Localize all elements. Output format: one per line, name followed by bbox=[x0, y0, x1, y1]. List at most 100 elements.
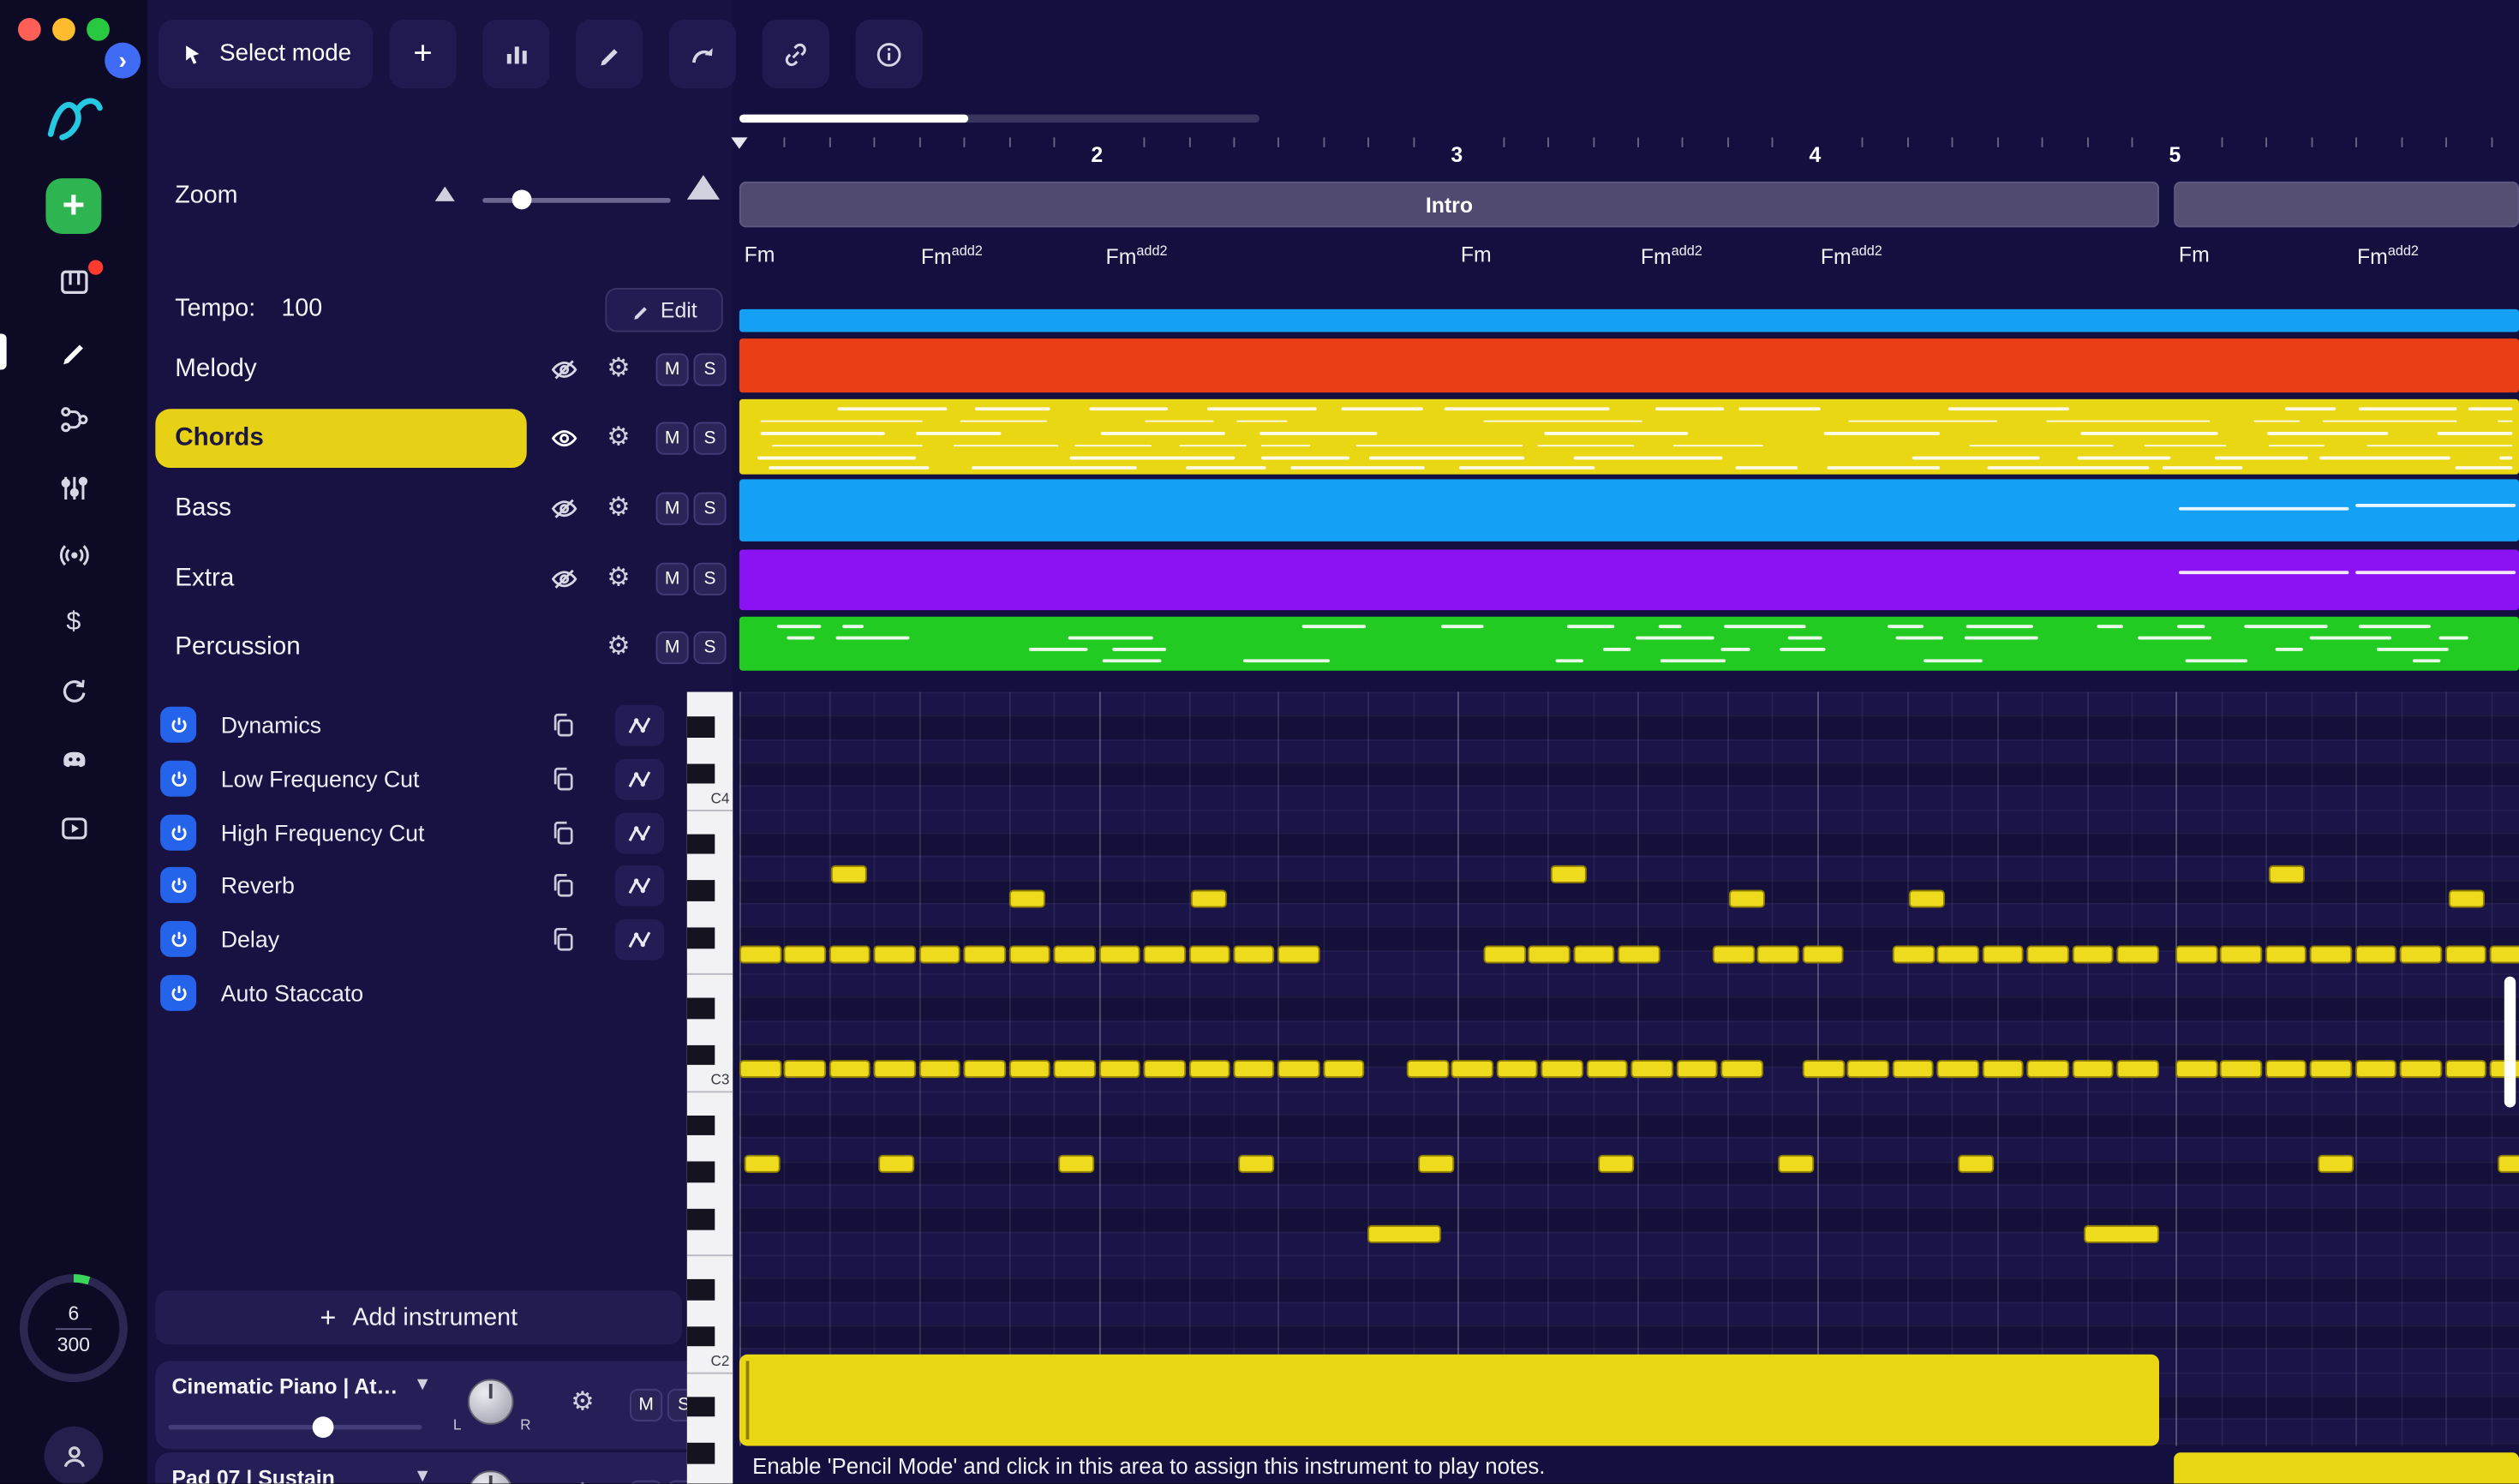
note[interactable] bbox=[1277, 944, 1320, 963]
chord-region-block-next[interactable] bbox=[2174, 1452, 2519, 1484]
eye-off-icon[interactable] bbox=[549, 565, 578, 594]
gear-icon[interactable]: ⚙ bbox=[607, 421, 630, 457]
automation-curve-button[interactable] bbox=[614, 758, 665, 800]
note[interactable] bbox=[1451, 1059, 1493, 1078]
note[interactable] bbox=[2318, 1153, 2354, 1172]
note[interactable] bbox=[1496, 1059, 1539, 1078]
zoom-in-icon[interactable] bbox=[686, 175, 720, 200]
note[interactable] bbox=[1323, 1059, 1365, 1078]
gear-icon[interactable]: ⚙ bbox=[571, 1385, 594, 1421]
note[interactable] bbox=[739, 944, 781, 963]
note[interactable] bbox=[1008, 944, 1050, 963]
note[interactable] bbox=[1847, 1059, 1889, 1078]
history-icon[interactable] bbox=[54, 671, 93, 710]
tutorials-icon[interactable] bbox=[54, 808, 93, 847]
solo-button[interactable]: S bbox=[693, 353, 727, 386]
eye-off-icon[interactable] bbox=[549, 355, 578, 384]
solo-button[interactable]: S bbox=[693, 492, 727, 525]
zoom-slider[interactable] bbox=[482, 198, 671, 203]
zoom-out-icon[interactable] bbox=[434, 186, 455, 201]
gear-icon[interactable]: ⚙ bbox=[607, 491, 630, 527]
gear-icon[interactable]: ⚙ bbox=[607, 561, 630, 597]
pencil-editor-icon[interactable] bbox=[54, 331, 93, 370]
note[interactable] bbox=[1190, 889, 1227, 907]
note[interactable] bbox=[829, 1059, 871, 1078]
add-button[interactable]: + bbox=[389, 19, 457, 89]
note[interactable] bbox=[2444, 1059, 2487, 1078]
note[interactable] bbox=[1418, 1153, 1455, 1172]
note[interactable] bbox=[1958, 1153, 1995, 1172]
note[interactable] bbox=[2310, 1059, 2352, 1078]
instrument-name[interactable]: Pad 07 | Sustain bbox=[171, 1466, 334, 1484]
billing-icon[interactable]: $ bbox=[54, 603, 93, 643]
black-key[interactable] bbox=[686, 1278, 715, 1301]
note[interactable] bbox=[1757, 944, 1799, 963]
note[interactable] bbox=[1720, 1059, 1763, 1078]
mute-button[interactable]: M bbox=[655, 492, 689, 525]
chord-label[interactable]: Fmadd2 bbox=[1106, 242, 1168, 269]
instrument-name[interactable]: Cinematic Piano | Atmo... bbox=[171, 1374, 409, 1399]
overview-strip-chords[interactable] bbox=[739, 398, 2519, 475]
overview-strip-bass[interactable] bbox=[739, 479, 2519, 542]
power-toggle[interactable] bbox=[160, 814, 197, 851]
note[interactable] bbox=[784, 944, 826, 963]
gear-icon[interactable]: ⚙ bbox=[607, 351, 630, 387]
track-row-chords[interactable]: Chords ⚙ M S bbox=[155, 404, 731, 473]
window-minimize-button[interactable] bbox=[52, 18, 75, 41]
solo-button[interactable]: S bbox=[693, 631, 727, 665]
note[interactable] bbox=[1053, 1059, 1096, 1078]
black-key[interactable] bbox=[686, 763, 715, 785]
note[interactable] bbox=[1008, 889, 1045, 907]
note[interactable] bbox=[1406, 1059, 1449, 1078]
track-row-percussion[interactable]: Percussion ⚙ M S bbox=[155, 613, 731, 682]
black-key[interactable] bbox=[686, 1208, 715, 1230]
black-key[interactable] bbox=[686, 1162, 715, 1183]
note[interactable] bbox=[2220, 1059, 2263, 1078]
automation-curve-button[interactable] bbox=[614, 812, 665, 854]
note[interactable] bbox=[1053, 944, 1096, 963]
mute-button[interactable]: M bbox=[655, 562, 689, 595]
volume-slider-thumb[interactable] bbox=[312, 1416, 334, 1439]
note[interactable] bbox=[2116, 1059, 2159, 1078]
pan-knob[interactable] bbox=[468, 1470, 514, 1484]
chord-label[interactable]: Fm bbox=[2179, 242, 2210, 267]
chord-label[interactable]: Fmadd2 bbox=[921, 242, 983, 269]
copy-icon[interactable] bbox=[549, 765, 577, 793]
copy-icon[interactable] bbox=[549, 819, 577, 847]
branch-icon[interactable] bbox=[54, 399, 93, 439]
broadcast-icon[interactable] bbox=[54, 535, 93, 574]
note[interactable] bbox=[2026, 1059, 2069, 1078]
black-key[interactable] bbox=[686, 997, 715, 1020]
note[interactable] bbox=[1728, 889, 1765, 907]
note[interactable] bbox=[744, 1153, 781, 1172]
note[interactable] bbox=[2116, 944, 2159, 963]
note[interactable] bbox=[1098, 944, 1140, 963]
chord-label[interactable]: Fmadd2 bbox=[1821, 242, 1882, 269]
track-row-bass[interactable]: Bass ⚙ M S bbox=[155, 475, 731, 543]
black-key[interactable] bbox=[686, 1115, 715, 1136]
power-toggle[interactable] bbox=[160, 866, 197, 903]
note[interactable] bbox=[1802, 1059, 1845, 1078]
note[interactable] bbox=[1238, 1153, 1275, 1172]
power-toggle[interactable] bbox=[160, 706, 197, 743]
mute-button[interactable]: M bbox=[655, 422, 689, 455]
note[interactable] bbox=[2220, 944, 2263, 963]
note[interactable] bbox=[1892, 1059, 1935, 1078]
black-key[interactable] bbox=[686, 834, 715, 855]
note[interactable] bbox=[2027, 944, 2069, 963]
note[interactable] bbox=[1483, 944, 1526, 963]
note[interactable] bbox=[739, 1059, 781, 1078]
note[interactable] bbox=[2354, 944, 2397, 963]
note[interactable] bbox=[2400, 1059, 2442, 1078]
chevron-down-icon[interactable]: ▾ bbox=[417, 1463, 428, 1484]
note[interactable] bbox=[784, 1059, 826, 1078]
pan-knob[interactable] bbox=[468, 1379, 514, 1425]
region-handle[interactable] bbox=[745, 1361, 750, 1439]
black-key[interactable] bbox=[686, 1044, 715, 1066]
note[interactable] bbox=[1188, 944, 1230, 963]
note[interactable] bbox=[874, 944, 916, 963]
stats-button[interactable] bbox=[482, 19, 550, 89]
note[interactable] bbox=[2354, 1059, 2397, 1078]
note[interactable] bbox=[2265, 1059, 2307, 1078]
note[interactable] bbox=[2084, 1224, 2159, 1242]
